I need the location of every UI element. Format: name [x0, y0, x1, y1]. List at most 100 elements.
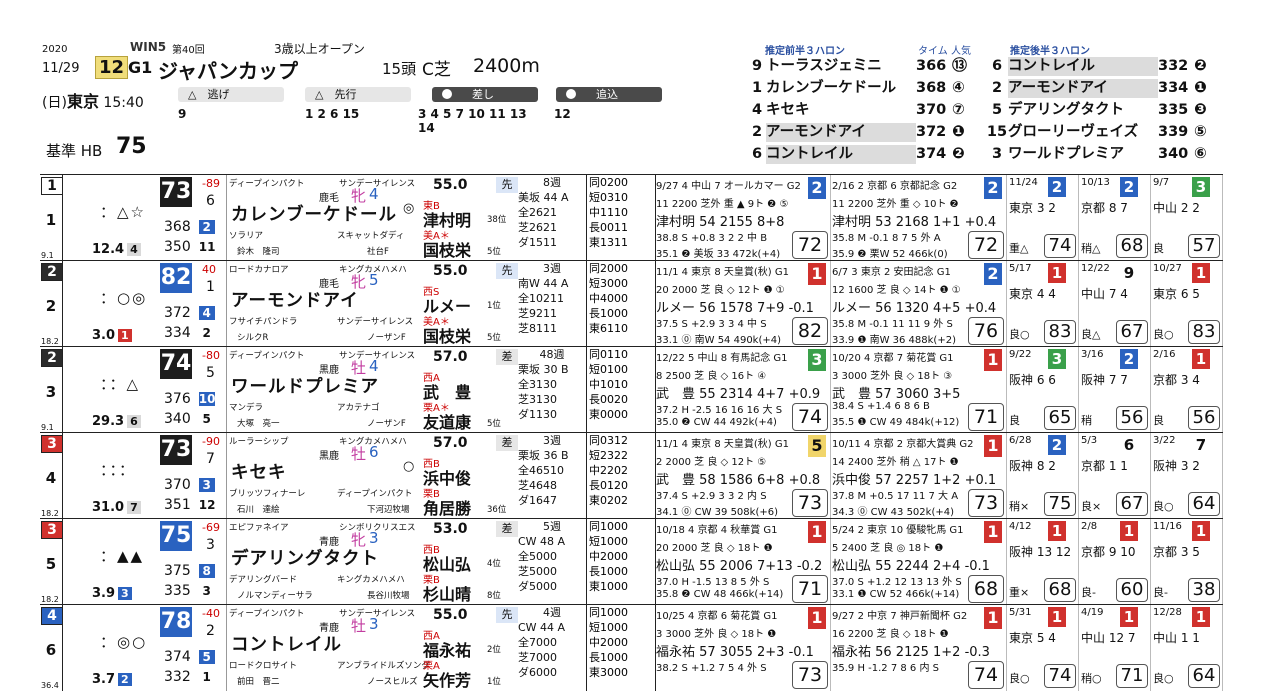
- field-size: 15頭: [382, 60, 417, 78]
- past-race-header: 10/18 4 京都 4 秋華賞 G1: [656, 525, 778, 536]
- trainer-name: 国枝栄: [423, 327, 472, 346]
- pace-back-pop: ⑥: [1194, 144, 1207, 162]
- finish-position: 1: [984, 435, 1002, 457]
- past-race-pace: 35.9 H -1.2 7 8 6 内 S: [832, 663, 939, 674]
- horse-number: 3: [45, 383, 57, 401]
- owner-name: 大塚 亮一: [237, 419, 280, 429]
- trainer-rank: 1位: [487, 677, 501, 687]
- horse-row: 3 4 18.2：：： 31.0 7 73 -90 7 370 3 351 12 ルーラーシップ キングカ…: [40, 432, 1223, 519]
- record-cell: 同2000 短3000 中4000 長1000 東6110: [586, 261, 656, 347]
- index-rank: 3: [206, 537, 215, 553]
- speed-index: 73: [160, 435, 192, 465]
- short-race-score: 67: [1116, 492, 1148, 516]
- odds-value: 3.9: [92, 586, 116, 601]
- short-race: 3/16 2 阪神 7 7 稍 56: [1078, 347, 1151, 433]
- record-line: 長1000: [589, 307, 628, 320]
- record-line: 短2322: [589, 449, 628, 462]
- owner-name: 前田 晋二: [237, 677, 280, 687]
- short-race-date: 4/19: [1081, 607, 1104, 618]
- frame-cell: 2 2 18.2: [40, 261, 63, 347]
- record-line: 中1110: [589, 206, 628, 219]
- short-race-going: 良○: [1153, 328, 1174, 341]
- past-race-training: 34.3 ⓪ CW 43 502k(+4): [832, 507, 954, 518]
- style-escape-numbers: 9: [178, 107, 187, 121]
- prediction-marks: ：：△: [100, 375, 141, 393]
- rating-value: 18.2: [41, 509, 59, 518]
- record-line: 中4000: [589, 292, 628, 305]
- pace-front-time: 375: [164, 563, 191, 579]
- trainer-name: 矢作芳: [423, 671, 472, 690]
- style-stalker: 差し: [432, 87, 538, 102]
- past-race-score: 71: [792, 575, 828, 603]
- short-race-course: 中山 7 4: [1081, 287, 1128, 301]
- broodmare-sire: アカテナゴ: [337, 403, 380, 413]
- finish-position: 1: [984, 607, 1002, 629]
- past-race: 10/25 4 京都 6 菊花賞 G1 1 3 3000 芝外 良 ◇ 18ト ❶ 福…: [654, 605, 831, 691]
- prediction-marks: ：▲▲: [100, 547, 145, 565]
- odds-value: 29.3: [92, 414, 125, 429]
- short-race-date: 12/22: [1081, 263, 1110, 274]
- pace-front-time: 368: [164, 219, 191, 235]
- running-style: 先: [496, 263, 518, 279]
- horse-number: 6: [45, 641, 57, 659]
- training-cell: 3週 南W 44 A 全10211 芝9211 芝8111: [518, 261, 586, 347]
- pace-front-value: 375 8: [164, 563, 215, 579]
- short-race: 9/22 3 阪神 6 6 良 65: [1006, 347, 1079, 433]
- short-race-date: 9/22: [1009, 349, 1032, 360]
- past-race-score: 72: [968, 231, 1004, 259]
- training-line: 栗坂 30 B: [518, 363, 569, 376]
- pace-back-no: 5: [991, 102, 1003, 118]
- race-date: 11/29: [42, 61, 80, 76]
- training-line: 南W 44 A: [518, 277, 569, 290]
- circle-icon: [566, 89, 576, 99]
- race-year: 2020: [42, 44, 68, 55]
- training-line: 芝4648: [518, 479, 557, 492]
- course-type: C芝: [422, 60, 451, 80]
- past-race-result: 福永祐 56 2125 1+2 -0.3: [832, 645, 990, 660]
- finish-position: 1: [808, 263, 826, 285]
- pace-back-value: 334 2: [164, 325, 215, 341]
- owner-name: 鈴木 隆司: [237, 247, 280, 257]
- past-race-course: 11 2200 芝外 重 ▲ 9ト ❷ ⑤: [656, 199, 789, 210]
- past-race-score: 73: [968, 489, 1004, 517]
- short-race-position: 1: [1192, 263, 1210, 283]
- pace-back-pop: ⑤: [1194, 122, 1207, 140]
- past-race-score: 73: [792, 661, 828, 689]
- short-race-course: 京都 8 7: [1081, 201, 1128, 215]
- carried-weight: 53.0: [433, 521, 468, 537]
- horse-row: 2 2 18.2 ：○◎ 3.0 1 82 40 1 372 4 334 2 ロードカナロア キングカメハメ…: [40, 260, 1223, 347]
- short-race-score: 74: [1044, 664, 1076, 688]
- past-race: 12/22 5 中山 8 有馬記念 G1 3 8 2500 芝 良 ◇ 16ト ④ 武…: [654, 347, 831, 433]
- pace-back-title: 推定後半３ハロン: [1010, 46, 1090, 57]
- pedigree-cell: エピファネイア シンボリクリスエス 青鹿牝 3 デアリングタクト デアリングバード キングカ…: [226, 519, 422, 605]
- index-rank: 2: [206, 623, 215, 639]
- horse-sex: 牡: [351, 445, 367, 463]
- past-race-training: 35.8 ❷ CW 48 466k(+14): [656, 589, 784, 600]
- pace-back-row: 6 コントレイル 332 ❷: [986, 56, 1207, 76]
- short-race-going: 良: [1153, 414, 1164, 427]
- past-race: 2/16 2 京都 6 京都記念 G2 2 11 2200 芝外 重 ◇ 10ト ❷…: [830, 175, 1007, 261]
- carried-weight: 55.0: [433, 263, 468, 279]
- training-line: 8週: [543, 176, 561, 189]
- short-race-score: 64: [1188, 492, 1220, 516]
- base-label: 基準 HB: [46, 142, 103, 160]
- short-race: 4/12 1 阪神 13 12 重× 68: [1006, 519, 1079, 605]
- horse-name: カレンブーケドール: [231, 205, 397, 225]
- record-cell: 同0110 短0100 中1010 長0020 東0000: [586, 347, 656, 433]
- past-race-course: 20 2000 芝 良 ◇ 12ト ❶ ①: [656, 285, 785, 296]
- pedigree-cell: ロードカナロア キングカメハメハ 鹿毛牝 5 アーモンドアイ フサイチパンドラ サンデーサイ…: [226, 261, 422, 347]
- broodmare-sire: キングカメハメハ: [337, 575, 405, 585]
- past-race-header: 11/1 4 東京 8 天皇賞(秋) G1: [656, 267, 789, 278]
- past-race-header: 9/27 2 中京 7 神戸新聞杯 G2: [832, 611, 968, 622]
- horse-row: 1 1 9.1 ：△☆ 12.4 4 73 -89 6 368 2 350 11 ディープインパクト サンデ…: [40, 174, 1223, 261]
- pace-front-title: 推定前半３ハロン: [765, 46, 845, 57]
- past-race: 11/1 4 東京 8 天皇賞(秋) G1 5 2 2000 芝 良 ◇ 12ト ⑤…: [654, 433, 831, 519]
- past-race-training: 35.0 ❷ CW 44 492k(+4): [656, 417, 777, 428]
- pace-front-rank: 8: [198, 564, 215, 578]
- training-line: CW 44 A: [518, 621, 566, 634]
- frame-cell: 2 3 9.1: [40, 347, 63, 433]
- horse-name: アーモンドアイ: [231, 291, 359, 311]
- short-race-going: 良○: [1153, 500, 1174, 513]
- odds-value: 12.4: [92, 242, 125, 257]
- record-line: 長1000: [589, 565, 628, 578]
